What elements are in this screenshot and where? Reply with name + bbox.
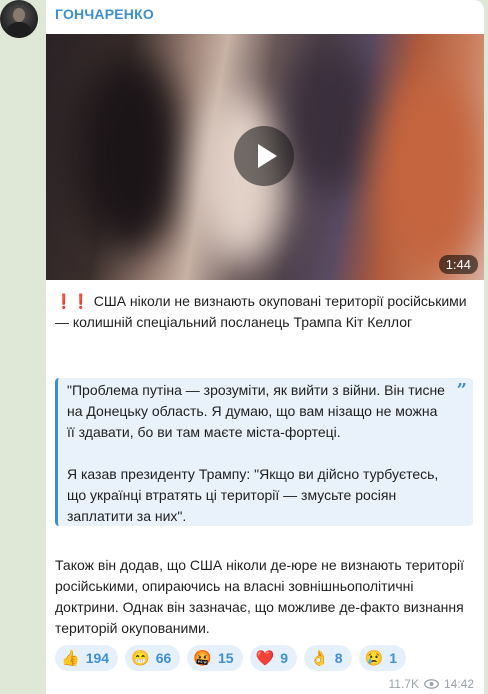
eye-icon [424, 679, 439, 689]
quote-paragraph: Я казав президенту Трампу: "Якщо ви дійс… [67, 466, 439, 524]
quote-block: "Проблема путіна — зрозуміти, як вийти з… [55, 378, 473, 526]
video-duration: 1:44 [438, 255, 478, 274]
ok-hand-icon: 👌 [310, 650, 329, 667]
red-heart-icon: ❤️ [255, 650, 275, 667]
headline-text: США ніколи не визнають окуповані територ… [55, 293, 467, 330]
video-blur-shape [76, 54, 186, 254]
post-headline: ❗❗ США ніколи не визнають окуповані тери… [55, 291, 475, 333]
exclamation-icon: ❗❗ [55, 293, 90, 309]
reaction-count: 194 [85, 650, 110, 666]
reaction-thumbs-up[interactable]: 👍 194 [55, 645, 119, 671]
reactions-bar: 👍 194 😁 66 🤬 15 ❤️ 9 👌 8 😢 1 [55, 645, 407, 671]
view-count: 11.7K [388, 677, 419, 691]
play-button[interactable] [234, 126, 294, 186]
reaction-count: 66 [155, 650, 172, 666]
quote-icon: ” [456, 380, 467, 401]
grin-icon: 😁 [131, 650, 150, 667]
channel-avatar[interactable] [0, 0, 38, 38]
quote-paragraph: "Проблема путіна — зрозуміти, як вийти з… [67, 382, 445, 440]
video-blur-shape [376, 74, 484, 274]
video-preview[interactable]: 1:44 [46, 34, 484, 280]
reaction-count: 15 [218, 650, 234, 666]
channel-name[interactable]: ГОНЧАРЕНКО [55, 6, 154, 22]
reaction-crying[interactable]: 😢 1 [358, 645, 407, 671]
message-bubble: ГОНЧАРЕНКО 1:44 ❗❗ США ніколи не визнают… [46, 0, 484, 694]
avatar-face [13, 8, 25, 22]
reaction-heart[interactable]: ❤️ 9 [249, 645, 298, 671]
video-blur-shape [286, 44, 376, 194]
reaction-grin[interactable]: 😁 66 [125, 645, 181, 671]
angry-face-icon: 🤬 [193, 650, 212, 667]
reaction-angry[interactable]: 🤬 15 [187, 645, 243, 671]
avatar-body [7, 22, 31, 38]
play-icon [258, 144, 277, 168]
post-body: Також він додав, що США ніколи де-юре не… [55, 557, 464, 636]
thumbs-up-icon: 👍 [61, 650, 80, 667]
reaction-count: 9 [280, 650, 289, 666]
message-time: 14:42 [443, 677, 474, 691]
crying-face-icon: 😢 [364, 650, 384, 667]
reaction-ok-hand[interactable]: 👌 8 [304, 645, 352, 671]
reaction-count: 1 [389, 650, 398, 666]
reaction-count: 8 [334, 650, 343, 666]
message-meta: 11.7K 14:42 [389, 677, 475, 691]
